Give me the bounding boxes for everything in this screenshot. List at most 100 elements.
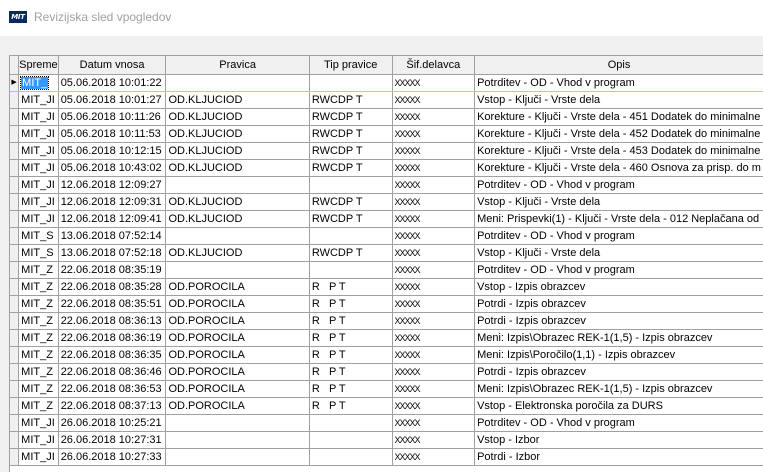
cell-tip-pravice[interactable] [309, 414, 393, 432]
cell-pravica[interactable]: OD.POROCILA [165, 363, 310, 381]
row-indicator-cell[interactable] [10, 431, 20, 449]
cell-pravica[interactable]: OD.POROCILA [165, 295, 310, 313]
cell-pravica[interactable] [165, 414, 310, 432]
cell-opis[interactable]: Vstop - Ključi - Vrste dela [474, 91, 763, 109]
cell-spreme[interactable]: MIT_JI [18, 210, 59, 228]
cell-opis[interactable]: Vstop - Ključi - Vrste dela [474, 193, 763, 211]
table-row[interactable]: MIT_S 13.06.2018 07:52:18 OD.KLJUCIOD RWCDP… [10, 244, 763, 262]
cell-spreme[interactable]: MIT_Z [18, 295, 59, 313]
cell-spreme[interactable]: MIT_JI [18, 108, 59, 126]
table-row[interactable]: MIT_JI 12.06.2018 12:09:41 OD.KLJUCIOD RWCD… [10, 210, 763, 228]
cell-tip-pravice[interactable] [309, 261, 393, 279]
cell-datum-vnosa[interactable]: 22.06.2018 08:36:35 [58, 346, 167, 364]
cell-pravica[interactable]: OD.KLJUCIOD [165, 91, 310, 109]
cell-datum-vnosa[interactable]: 22.06.2018 08:35:19 [58, 261, 167, 279]
table-row[interactable]: MIT_JI 05.06.2018 10:11:53 OD.KLJUCIOD RWCD… [10, 125, 763, 143]
cell-sif-delavca[interactable]: XXXXX [392, 176, 476, 194]
table-row[interactable]: MIT_Z 22.06.2018 08:35:19 XXXXX Potrditev -… [10, 261, 763, 279]
cell-spreme[interactable]: MIT_JI [18, 159, 59, 177]
table-row[interactable]: MIT_JI 12.06.2018 12:09:27 XXXXX Potrditev … [10, 176, 763, 194]
cell-tip-pravice[interactable]: RWCDP T [309, 142, 393, 160]
table-row[interactable]: MIT_Z 22.06.2018 08:36:46 OD.POROCILA R P T… [10, 363, 763, 381]
cell-sif-delavca[interactable]: XXXXX [392, 261, 476, 279]
table-row[interactable]: MIT_JI 05.06.2018 10:12:15 OD.KLJUCIOD RWCD… [10, 142, 763, 160]
cell-spreme[interactable]: MIT_JI [18, 91, 59, 109]
row-indicator-cell[interactable] [10, 414, 20, 432]
row-indicator-cell[interactable] [10, 91, 20, 109]
row-indicator-cell[interactable] [10, 261, 20, 279]
cell-sif-delavca[interactable]: XXXXX [392, 193, 476, 211]
cell-spreme[interactable]: MIT_JI [18, 176, 59, 194]
table-row[interactable]: MIT_Z 22.06.2018 08:37:13 OD.POROCILA R P T… [10, 397, 763, 415]
cell-opis[interactable]: Meni: Izpis\Poročilo(1,1) - Izpis obrazc… [474, 346, 763, 364]
cell-tip-pravice[interactable] [309, 227, 393, 245]
cell-sif-delavca[interactable]: XXXXX [392, 91, 476, 109]
cell-tip-pravice[interactable] [309, 176, 393, 194]
cell-pravica[interactable] [165, 448, 310, 466]
cell-opis[interactable]: Potrditev - OD - Vhod v program [474, 261, 763, 279]
cell-tip-pravice[interactable]: RWCDP T [309, 210, 393, 228]
cell-opis[interactable]: Korekture - Ključi - Vrste dela - 460 Os… [474, 159, 763, 177]
cell-pravica[interactable]: OD.KLJUCIOD [165, 193, 310, 211]
cell-pravica[interactable]: OD.KLJUCIOD [165, 159, 310, 177]
cell-sif-delavca[interactable]: XXXXX [392, 210, 476, 228]
cell-tip-pravice[interactable]: R P T [309, 329, 393, 347]
cell-tip-pravice[interactable] [309, 448, 393, 466]
table-row[interactable]: ▶ MIT_ 05.06.2018 10:01:22 XXXXX Potrditev -… [10, 74, 763, 92]
cell-pravica[interactable]: OD.POROCILA [165, 346, 310, 364]
cell-datum-vnosa[interactable]: 05.06.2018 10:01:22 [58, 74, 167, 92]
cell-sif-delavca[interactable]: XXXXX [392, 312, 476, 330]
cell-tip-pravice[interactable]: R P T [309, 346, 393, 364]
cell-spreme[interactable]: MIT_Z [18, 380, 59, 398]
cell-pravica[interactable]: OD.KLJUCIOD [165, 210, 310, 228]
table-row[interactable]: MIT_JI 26.06.2018 10:25:21 XXXXX Potrditev … [10, 414, 763, 432]
row-indicator-cell[interactable] [10, 448, 20, 466]
cell-sif-delavca[interactable]: XXXXX [392, 278, 476, 296]
row-indicator-cell[interactable] [10, 380, 20, 398]
cell-tip-pravice[interactable]: R P T [309, 312, 393, 330]
cell-tip-pravice[interactable]: R P T [309, 278, 393, 296]
table-row[interactable]: MIT_JI 05.06.2018 10:01:27 OD.KLJUCIOD RWCD… [10, 91, 763, 109]
cell-datum-vnosa[interactable]: 12.06.2018 12:09:27 [58, 176, 167, 194]
cell-tip-pravice[interactable]: R P T [309, 295, 393, 313]
cell-spreme[interactable]: MIT_Z [18, 346, 59, 364]
cell-sif-delavca[interactable]: XXXXX [392, 329, 476, 347]
table-row[interactable]: MIT_Z 22.06.2018 08:36:13 OD.POROCILA R P T… [10, 312, 763, 330]
column-header-pravica[interactable]: Pravica [165, 56, 310, 75]
cell-datum-vnosa[interactable]: 22.06.2018 08:37:13 [58, 397, 167, 415]
audit-trail-grid[interactable]: Spreme Datum vnosa Pravica Tip pravice Š… [9, 55, 763, 472]
cell-spreme[interactable]: MIT_Z [18, 312, 59, 330]
table-row[interactable]: MIT_JI 05.06.2018 10:43:02 OD.KLJUCIOD RWCD… [10, 159, 763, 177]
cell-sif-delavca[interactable]: XXXXX [392, 363, 476, 381]
cell-spreme[interactable]: MIT_Z [18, 397, 59, 415]
cell-sif-delavca[interactable]: XXXXX [392, 159, 476, 177]
cell-pravica[interactable] [165, 431, 310, 449]
row-indicator-cell[interactable] [10, 397, 20, 415]
cell-spreme[interactable]: MIT_Z [18, 261, 59, 279]
row-indicator-cell[interactable] [10, 295, 20, 313]
row-indicator-cell[interactable] [10, 312, 20, 330]
cell-datum-vnosa[interactable]: 05.06.2018 10:43:02 [58, 159, 167, 177]
row-indicator-cell[interactable] [10, 193, 20, 211]
cell-sif-delavca[interactable]: XXXXX [392, 295, 476, 313]
cell-opis[interactable]: Potrdi - Izpis obrazcev [474, 312, 763, 330]
cell-tip-pravice[interactable]: RWCDP T [309, 108, 393, 126]
row-indicator-cell[interactable] [10, 108, 20, 126]
cell-tip-pravice[interactable]: R P T [309, 363, 393, 381]
row-indicator-cell[interactable] [10, 363, 20, 381]
cell-datum-vnosa[interactable]: 22.06.2018 08:36:13 [58, 312, 167, 330]
table-row[interactable]: MIT_JI 26.06.2018 10:27:31 XXXXX Vstop - Iz… [10, 431, 763, 449]
cell-opis[interactable]: Meni: Izpis\Obrazec REK-1(1,5) - Izpis o… [474, 380, 763, 398]
column-header-tip-pravice[interactable]: Tip pravice [309, 56, 393, 75]
cell-spreme[interactable]: MIT_JI [18, 448, 59, 466]
cell-sif-delavca[interactable]: XXXXX [392, 380, 476, 398]
table-row[interactable]: MIT_JI 12.06.2018 12:09:31 OD.KLJUCIOD RWCD… [10, 193, 763, 211]
table-row[interactable]: MIT_S 13.06.2018 07:52:14 XXXXX Potrditev -… [10, 227, 763, 245]
table-row[interactable]: MIT_JI 05.06.2018 10:11:26 OD.KLJUCIOD RWCD… [10, 108, 763, 126]
cell-pravica[interactable]: OD.KLJUCIOD [165, 108, 310, 126]
row-indicator-cell[interactable] [10, 159, 20, 177]
cell-pravica[interactable]: OD.POROCILA [165, 278, 310, 296]
cell-spreme[interactable]: MIT_Z [18, 363, 59, 381]
cell-datum-vnosa[interactable]: 13.06.2018 07:52:18 [58, 244, 167, 262]
row-indicator-cell[interactable] [10, 278, 20, 296]
